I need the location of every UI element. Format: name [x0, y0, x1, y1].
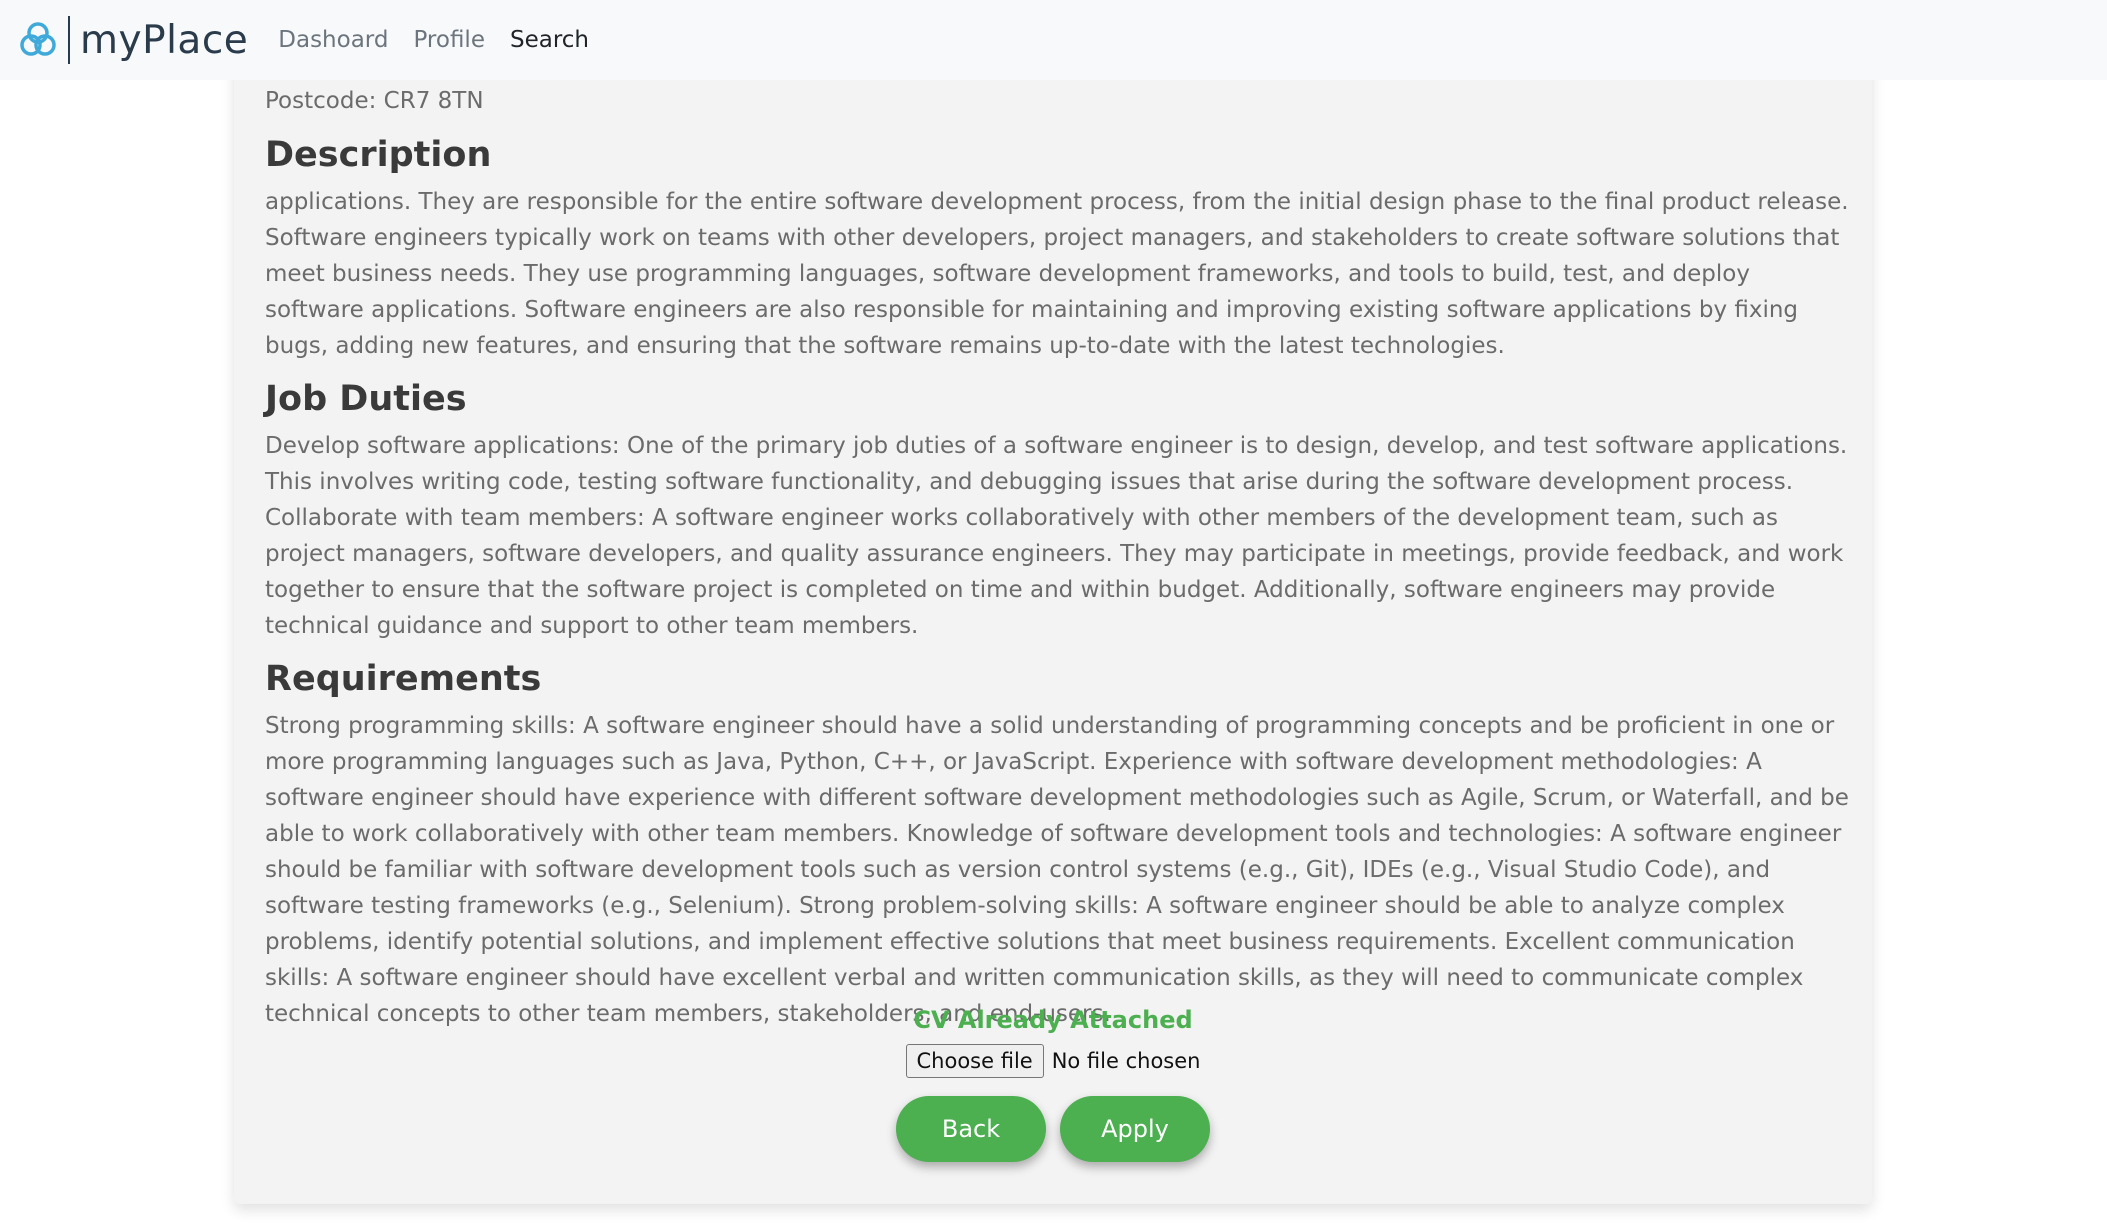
nav-item-search[interactable]: Search [510, 27, 589, 53]
requirements-text: Strong programming skills: A software en… [265, 713, 1849, 1027]
choose-file-button[interactable]: Choose file [905, 1044, 1044, 1078]
file-status-text: No file chosen [1051, 1049, 1201, 1073]
brand-divider [68, 16, 70, 64]
brand[interactable]: myPlace [18, 16, 248, 64]
job-postcode: Postcode: CR7 8TN [265, 88, 484, 114]
description-text: applications. They are responsible for t… [265, 189, 1849, 359]
nav-item-dashboard[interactable]: Dashoard [278, 27, 388, 53]
back-button[interactable]: Back [896, 1096, 1046, 1162]
action-buttons: Back Apply [234, 1096, 1872, 1162]
requirements-heading: Requirements [265, 659, 542, 699]
nav-links: Dashoard Profile Search [278, 27, 614, 53]
interlocking-circles-logo-icon [20, 22, 56, 56]
job-duties-text: Develop software applications: One of th… [265, 433, 1848, 639]
brand-name: myPlace [80, 17, 249, 63]
apply-button[interactable]: Apply [1060, 1096, 1210, 1162]
cv-status-label: CV Already Attached [913, 1006, 1193, 1034]
nav-item-profile[interactable]: Profile [413, 27, 485, 53]
top-navbar: myPlace Dashoard Profile Search [0, 0, 2107, 80]
cv-upload-section: CV Already Attached Choose file No file … [234, 1006, 1872, 1162]
job-duties-heading: Job Duties [265, 379, 467, 419]
job-detail-content: Postcode: CR7 8TN Description applicatio… [265, 80, 1850, 1032]
file-input[interactable]: Choose file No file chosen [234, 1044, 1872, 1078]
description-heading: Description [265, 135, 492, 175]
